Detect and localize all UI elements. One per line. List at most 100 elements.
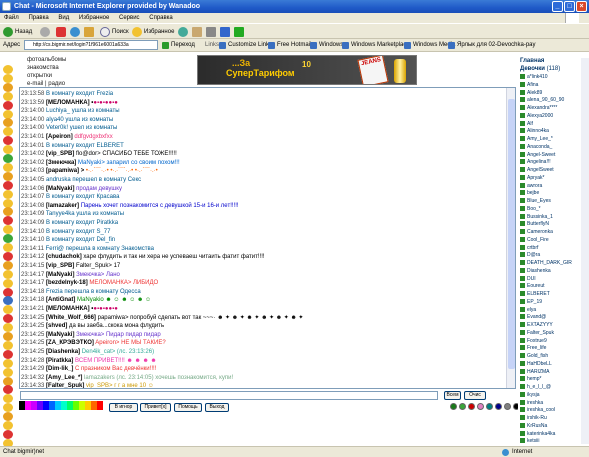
smiley-icon[interactable] [3, 429, 13, 439]
message-nick[interactable]: [shved] [46, 323, 67, 329]
smiley-icon[interactable] [3, 332, 13, 341]
color-swatch[interactable] [477, 403, 484, 410]
chat-scrollbar-thumb[interactable] [508, 99, 515, 369]
favorites-button[interactable]: Избранное [132, 26, 174, 38]
menu-favorites[interactable]: Избранное [79, 15, 109, 21]
smiley-icon[interactable] [3, 109, 13, 119]
smiley-icon[interactable] [3, 145, 13, 155]
forward-button[interactable] [40, 26, 50, 38]
smiley-icon[interactable] [3, 154, 13, 163]
help-button[interactable]: Помощь [174, 403, 202, 412]
nav-cards[interactable]: открытки [27, 72, 67, 80]
color-swatch[interactable] [450, 403, 457, 410]
smiley-icon[interactable] [3, 198, 13, 208]
color-palette[interactable] [19, 401, 109, 410]
message-nick[interactable]: [bezdelnyk-18] [46, 280, 88, 286]
smiley-icon[interactable] [3, 314, 13, 324]
smiley-icon[interactable] [3, 287, 13, 297]
go-button[interactable]: Переход [162, 41, 195, 50]
nav-photoalbums[interactable]: фотоальбомы [27, 56, 67, 64]
message-nick[interactable]: [Dim-lik_] [46, 366, 73, 372]
message-nick[interactable]: [Змеючка] [46, 160, 76, 166]
smiley-icon[interactable] [3, 403, 13, 413]
message-nick[interactable]: [ZA_КРЭВЭТКО] [46, 340, 94, 346]
smiley-icon[interactable] [3, 358, 13, 368]
message-nick[interactable]: [МЕЛОМАНКА] • [46, 100, 93, 106]
user-list-scrollbar[interactable] [581, 58, 589, 444]
hello-button[interactable]: Привет[х] [140, 403, 171, 412]
menu-tools[interactable]: Сервис [119, 15, 140, 21]
smiley-icon[interactable] [3, 269, 13, 279]
smiley-icon[interactable] [3, 162, 13, 172]
message-nick[interactable]: [AntiGnat] [46, 297, 75, 303]
smiley-icon[interactable] [3, 82, 13, 92]
message-nick[interactable]: [МЕЛОМАНКА] • [46, 306, 93, 312]
ignore-button[interactable]: В игнор [109, 403, 138, 412]
minimize-button[interactable]: _ [552, 1, 563, 12]
menu-edit[interactable]: Правка [28, 15, 48, 21]
message-nick[interactable]: [chudachok] [46, 254, 82, 260]
message-nick[interactable]: [vip_SPB] [46, 263, 74, 269]
color-swatch[interactable] [495, 403, 502, 410]
link-windows[interactable]: Windows [310, 41, 343, 50]
back-button[interactable]: Назад [3, 26, 32, 38]
message-nick[interactable]: [МаNyaki] [46, 332, 74, 338]
clear-button[interactable]: Очис [464, 391, 486, 400]
smiley-icon[interactable] [3, 180, 13, 190]
link-devochka[interactable]: Ярлык для 02-Devochka-pay [448, 41, 536, 50]
smiley-icon[interactable] [3, 234, 13, 244]
smiley-icon[interactable] [3, 118, 13, 128]
link-marketplace[interactable]: Windows Marketplace [342, 41, 410, 50]
message-nick[interactable]: [МаNyaki] [46, 186, 74, 192]
close-button[interactable]: × [576, 1, 587, 12]
message-nick[interactable]: [Falter_Spuk] [46, 383, 84, 388]
smiley-icon[interactable] [3, 136, 13, 146]
message-nick[interactable]: [Apeiron] [46, 134, 73, 140]
smiley-icon[interactable] [3, 412, 13, 422]
smiley-icon[interactable] [3, 349, 13, 359]
smiley-icon[interactable] [3, 100, 13, 110]
address-input[interactable]: http://cs.bigmir.net/login?1f961e6001a63… [24, 40, 158, 50]
menu-file[interactable]: Файл [4, 15, 19, 21]
message-nick[interactable]: [papamiwa] > [46, 168, 84, 174]
smiley-icon[interactable] [3, 243, 13, 252]
banner-ad[interactable]: ...За СуперТарифом 10 JEANS [197, 55, 417, 85]
message-nick[interactable]: [vip_SPB] [46, 151, 74, 157]
chat-scrollbar[interactable] [506, 88, 515, 388]
history-button[interactable] [178, 26, 188, 38]
message-nick[interactable]: [МаNyaki] [46, 272, 74, 278]
color-swatch[interactable] [459, 403, 466, 410]
smiley-icon[interactable] [3, 127, 13, 137]
color-swatch[interactable] [486, 403, 493, 410]
smiley-icon[interactable] [3, 171, 13, 181]
mail-button[interactable] [192, 26, 202, 38]
send-all-button[interactable]: Всем [444, 391, 461, 400]
link-hotmail[interactable]: Free Hotmail [268, 41, 311, 50]
nav-dating[interactable]: знакомства [27, 64, 67, 72]
maximize-button[interactable]: □ [564, 1, 575, 12]
link-customize[interactable]: Customize Links [219, 41, 272, 50]
menu-view[interactable]: Вид [58, 15, 69, 21]
smiley-icon[interactable] [3, 91, 13, 101]
smiley-icon[interactable] [3, 394, 13, 404]
exit-button[interactable]: Выход [205, 403, 229, 412]
message-nick[interactable]: [lamazaker] [46, 203, 79, 209]
user-list[interactable]: a*link410 Afina Alek89 alena_90_60_90 Alexan… [520, 73, 580, 444]
smiley-icon[interactable] [3, 305, 13, 315]
smiley-icon[interactable] [3, 376, 13, 386]
smiley-icon[interactable] [3, 260, 13, 270]
color-swatch[interactable] [468, 403, 475, 410]
smiley-icon[interactable] [3, 340, 13, 350]
refresh-button[interactable] [70, 26, 80, 38]
message-nick[interactable]: [Diashenka] [46, 349, 80, 355]
smiley-icon[interactable] [3, 73, 13, 83]
home-button[interactable] [84, 26, 94, 38]
smiley-icon[interactable] [3, 65, 13, 74]
print-button[interactable] [206, 26, 216, 38]
message-nick[interactable]: [Amy_Lee_*] [46, 375, 82, 381]
smiley-icon[interactable] [3, 216, 13, 226]
smiley-icon[interactable] [3, 189, 13, 199]
smiley-icon[interactable] [3, 296, 13, 306]
smiley-icon[interactable] [3, 421, 13, 430]
message-input[interactable] [20, 391, 438, 400]
